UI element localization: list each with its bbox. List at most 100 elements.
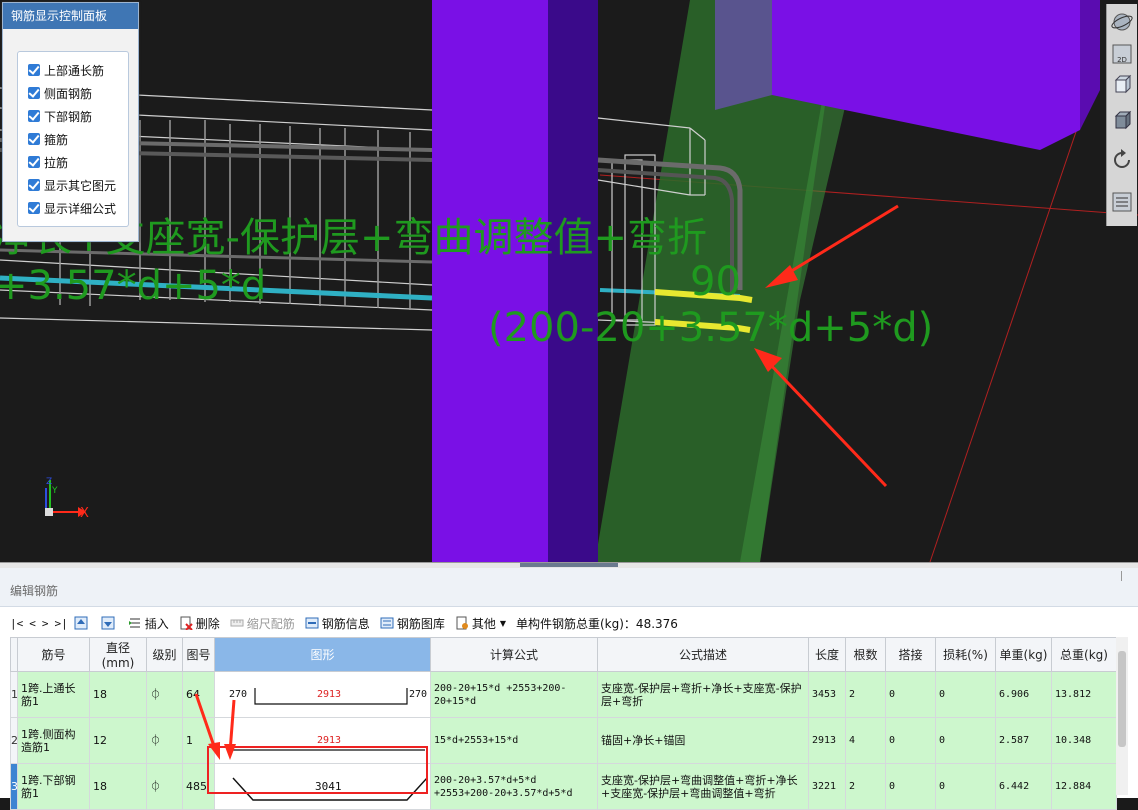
cell-count[interactable]: 4: [845, 717, 886, 764]
cell-diameter[interactable]: 18: [89, 763, 147, 810]
cell-length[interactable]: 2913: [808, 717, 846, 764]
checkbox-checked-icon[interactable]: [28, 179, 40, 191]
nav-next-button[interactable]: >: [42, 617, 49, 630]
scrollbar-thumb[interactable]: [1118, 651, 1126, 747]
checkbox-checked-icon[interactable]: [28, 202, 40, 214]
col-header-diameter[interactable]: 直径(mm): [89, 637, 147, 672]
other-menu-button[interactable]: 其他 ▼: [455, 615, 506, 632]
rotate-icon[interactable]: [1110, 148, 1134, 172]
purple-column-shade: [548, 0, 598, 562]
option-top-through-rebar[interactable]: 上部通长筋: [28, 61, 104, 79]
col-header-length[interactable]: 长度: [808, 637, 846, 672]
cell-loss[interactable]: 0: [935, 717, 996, 764]
table-row-selected[interactable]: 3 1跨.下部钢筋1 18 ⏀ 485 3041 200-20+3.57*d+5…: [10, 763, 1117, 810]
option-bottom-rebar[interactable]: 下部钢筋: [28, 107, 92, 125]
shape-mid-dim: 2913: [317, 689, 342, 700]
cell-lap[interactable]: 0: [885, 671, 936, 718]
delete-button[interactable]: 删除: [179, 615, 220, 632]
cell-count[interactable]: 2: [845, 671, 886, 718]
cell-length[interactable]: 3221: [808, 763, 846, 810]
nav-last-button[interactable]: >|: [55, 617, 68, 630]
col-header-fig-no[interactable]: 图号: [182, 637, 215, 672]
col-header-count[interactable]: 根数: [845, 637, 886, 672]
move-down-button[interactable]: [101, 616, 118, 630]
rebar-display-control-panel: 钢筋显示控制面板 上部通长筋 侧面钢筋 下部钢筋 箍筋 拉筋 显示其它图元 显示…: [2, 2, 139, 242]
cell-unit-weight[interactable]: 6.906: [995, 671, 1052, 718]
cell-formula[interactable]: 15*d+2553+15*d: [430, 717, 598, 764]
cell-total-weight[interactable]: 13.812: [1051, 671, 1117, 718]
cell-bar-name[interactable]: 1跨.下部钢筋1: [17, 763, 90, 810]
rebar-library-button[interactable]: 钢筋图库: [380, 615, 445, 632]
checkbox-checked-icon[interactable]: [28, 110, 40, 122]
ruler-icon: [230, 619, 244, 627]
3d-box-icon[interactable]: [1110, 72, 1134, 96]
cell-unit-weight[interactable]: 2.587: [995, 717, 1052, 764]
cell-lap[interactable]: 0: [885, 763, 936, 810]
cell-diameter[interactable]: 18: [89, 671, 147, 718]
col-header-formula[interactable]: 计算公式: [430, 637, 598, 672]
scale-rebar-button[interactable]: 缩尺配筋: [230, 615, 295, 632]
cell-bar-name[interactable]: 1跨.上通长筋1: [17, 671, 90, 718]
col-header-shape[interactable]: 图形: [214, 637, 431, 672]
cell-loss[interactable]: 0: [935, 671, 996, 718]
cell-total-weight[interactable]: 12.884: [1051, 763, 1117, 810]
row-number[interactable]: 3: [10, 763, 18, 810]
option-show-detailed-formula[interactable]: 显示详细公式: [28, 199, 116, 217]
nav-prev-button[interactable]: <: [29, 617, 36, 630]
checkbox-checked-icon[interactable]: [28, 133, 40, 145]
cell-unit-weight[interactable]: 6.442: [995, 763, 1052, 810]
solid-box-icon[interactable]: [1110, 108, 1134, 132]
checkbox-checked-icon[interactable]: [28, 156, 40, 168]
table-row[interactable]: 1 1跨.上通长筋1 18 ⏀ 64 270 2913 270 200-20+1…: [10, 671, 1117, 718]
cell-bar-name[interactable]: 1跨.侧面构造筋1: [17, 717, 90, 764]
editor-pin-icon[interactable]: [1121, 571, 1132, 581]
formula-text-line2: +3.57*d+5*d: [0, 263, 267, 309]
cell-grade[interactable]: ⏀: [146, 717, 183, 764]
cell-formula[interactable]: 200-20+15*d +2553+200-20+15*d: [430, 671, 598, 718]
nav-first-button[interactable]: |<: [10, 617, 23, 630]
col-header-bar-no[interactable]: 筋号: [17, 637, 90, 672]
grid-view-icon[interactable]: [1110, 190, 1134, 214]
cell-formula[interactable]: 200-20+3.57*d+5*d +2553+200-20+3.57*d+5*…: [430, 763, 598, 810]
cell-formula-desc[interactable]: 锚固+净长+锚固: [597, 717, 809, 764]
checkbox-checked-icon[interactable]: [28, 64, 40, 76]
row-number[interactable]: 1: [10, 671, 18, 718]
cell-formula-desc[interactable]: 支座宽-保护层+弯曲调整值+弯折+净长+支座宽-保护层+弯曲调整值+弯折: [597, 763, 809, 810]
option-stirrup[interactable]: 箍筋: [28, 130, 68, 148]
editor-header: 编辑钢筋: [0, 568, 1138, 607]
rebar-info-icon: [305, 617, 319, 629]
col-header-lap[interactable]: 搭接: [885, 637, 936, 672]
col-header-total-weight[interactable]: 总重(kg): [1051, 637, 1117, 672]
cell-lap[interactable]: 0: [885, 717, 936, 764]
splitter-grip[interactable]: [520, 563, 618, 567]
move-up-button[interactable]: [74, 616, 91, 630]
total-weight-label: 单构件钢筋总重(kg)：48.376: [516, 616, 678, 631]
orbit-icon[interactable]: [1110, 10, 1134, 34]
cell-grade[interactable]: ⏀: [146, 671, 183, 718]
table-scrollbar[interactable]: [1116, 637, 1128, 795]
cell-total-weight[interactable]: 10.348: [1051, 717, 1117, 764]
option-side-rebar[interactable]: 侧面钢筋: [28, 84, 92, 102]
option-tie-bar[interactable]: 拉筋: [28, 153, 68, 171]
option-show-other-elements[interactable]: 显示其它图元: [28, 176, 116, 194]
cell-diameter[interactable]: 12: [89, 717, 147, 764]
insert-icon: [128, 618, 140, 628]
rebar-info-button[interactable]: 钢筋信息: [305, 615, 370, 632]
row-number[interactable]: 2: [10, 717, 18, 764]
col-header-grade[interactable]: 级别: [146, 637, 183, 672]
col-header-unit-weight[interactable]: 单重(kg): [995, 637, 1052, 672]
col-header-loss[interactable]: 损耗(%): [935, 637, 996, 672]
cell-formula-desc[interactable]: 支座宽-保护层+弯折+净长+支座宽-保护层+弯折: [597, 671, 809, 718]
insert-button[interactable]: 插入: [128, 615, 169, 632]
cell-length[interactable]: 3453: [808, 671, 846, 718]
axis-y-label: Y: [52, 486, 58, 496]
cell-count[interactable]: 2: [845, 763, 886, 810]
col-header-formula-desc[interactable]: 公式描述: [597, 637, 809, 672]
2d-view-icon[interactable]: 2D: [1110, 42, 1134, 66]
checkbox-checked-icon[interactable]: [28, 87, 40, 99]
col-header-rownum: [10, 637, 18, 672]
cell-loss[interactable]: 0: [935, 763, 996, 810]
cell-grade[interactable]: ⏀: [146, 763, 183, 810]
3d-viewport[interactable]: 净长+支座宽-保护层+弯曲调整值+弯折 +3.57*d+5*d 90 (200-…: [0, 0, 1138, 562]
table-row[interactable]: 2 1跨.侧面构造筋1 12 ⏀ 1 2913 15*d+2553+15*d 锚…: [10, 717, 1117, 764]
